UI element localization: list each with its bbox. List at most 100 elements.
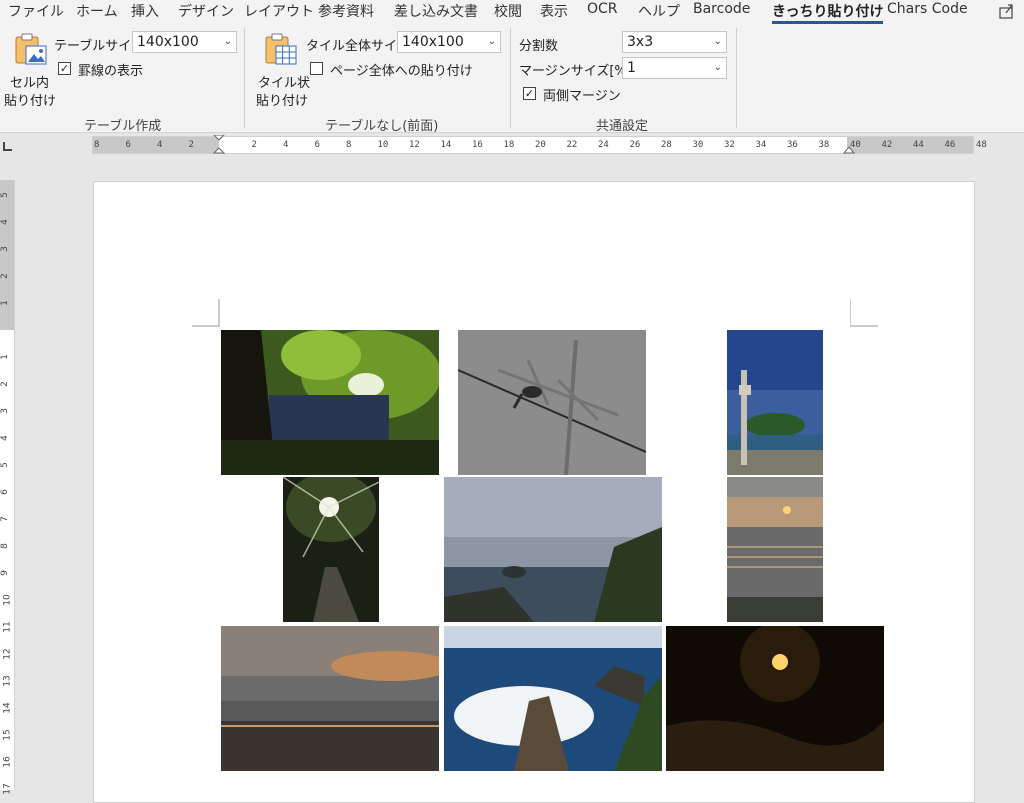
ruler-tick-label: 24	[598, 140, 609, 150]
ruler-tick-label: 46	[944, 140, 956, 150]
ruler-tick-label: 16	[2, 756, 13, 768]
tab-mailings[interactable]: 差し込み文書	[394, 1, 478, 21]
divider	[736, 28, 737, 128]
tab-help[interactable]: ヘルプ	[638, 1, 680, 21]
ruler-tick-label: 14	[2, 702, 13, 714]
document-page[interactable]	[93, 181, 975, 803]
tab-insert[interactable]: 挿入	[131, 1, 159, 21]
split-count-label: 分割数	[519, 39, 559, 54]
ruler-tick-label: 1	[0, 354, 10, 360]
ruler-tick-label: 34	[755, 140, 767, 150]
tab-home[interactable]: ホーム	[76, 1, 118, 21]
group-no-table: テーブルなし(前面)	[325, 119, 439, 134]
ruler-tick-label: 1	[0, 300, 10, 306]
beach-dusk-photo[interactable]	[221, 626, 439, 771]
chevron-down-icon: ⌄	[487, 36, 496, 47]
horizontal-ruler[interactable]: 8 6 4 2 2 4 6 8 10 12 14 16 18 20 22 24 26 28 30 32 34 36 38 40…	[92, 135, 987, 157]
ruler-tick-label: 10	[377, 140, 389, 150]
ruler-tick-label: 17	[2, 783, 13, 795]
full-page-checkbox[interactable]	[310, 62, 323, 75]
split-count-dropdown[interactable]: 3x3 ⌄	[622, 31, 727, 53]
clipboard-grid-icon	[265, 33, 297, 65]
ruler-tick-label: 7	[0, 516, 10, 522]
forest-path-sunburst-photo[interactable]	[283, 477, 379, 622]
both-margin-checkbox[interactable]: ✓	[523, 87, 536, 100]
share-icon[interactable]	[998, 2, 1016, 20]
chevron-down-icon: ⌄	[223, 36, 232, 47]
ruler-tick-label: 3	[0, 408, 10, 414]
ruler-tick-label: 42	[881, 140, 893, 150]
divider	[244, 28, 245, 128]
waves-rocks-photo[interactable]	[444, 626, 662, 771]
tile-paste-label-1: タイル状	[258, 76, 311, 91]
split-count-value: 3x3	[627, 34, 654, 50]
table-size-label: テーブルサイズ	[54, 39, 144, 54]
ruler-tick-label: 2	[0, 381, 10, 387]
full-page-label: ページ全体への貼り付け	[330, 64, 473, 79]
ruler-tick-label: 18	[503, 140, 515, 150]
group-table-create: テーブル作成	[84, 119, 162, 134]
ruler-tick-label: 4	[0, 219, 10, 225]
ruler-tick-label: 36	[787, 140, 798, 150]
margin-size-dropdown[interactable]: 1 ⌄	[622, 57, 727, 79]
ruler-tick-label: 2	[188, 140, 194, 150]
tab-view[interactable]: 表示	[540, 1, 568, 21]
ruler-tick-label: 12	[2, 648, 13, 660]
ruler-tick-label: 3	[0, 246, 10, 252]
indent-marker-icon[interactable]	[213, 135, 225, 157]
vertical-ruler[interactable]: 5 4 3 2 1 1 2 3 4 5 6 7 8 9 10 11 12 13 14 15 16 17	[0, 180, 15, 795]
ruler-tick-label: 4	[157, 140, 163, 150]
tab-design[interactable]: デザイン	[178, 1, 234, 21]
ruler-tick-label: 5	[0, 192, 10, 198]
ruler-tick-label: 2	[0, 273, 10, 279]
tab-chars-code[interactable]: Chars Code	[887, 1, 968, 17]
ruler-tick-label: 44	[913, 140, 924, 150]
ruler-tick-label: 48	[976, 140, 987, 150]
tile-size-label: タイル全体サイズ	[306, 39, 410, 54]
ruler-tick-label: 32	[724, 140, 735, 150]
ruler-tick-label: 9	[0, 570, 10, 576]
tab-review[interactable]: 校閲	[494, 1, 522, 21]
ruler-tick-label: 26	[629, 140, 641, 150]
tab-references[interactable]: 参考資料	[318, 1, 374, 21]
ruler-tick-label: 4	[0, 435, 10, 441]
margin-corner-top-right	[850, 299, 878, 327]
ruler-tick-label: 2	[251, 140, 257, 150]
table-size-dropdown[interactable]: 140x100 ⌄	[132, 31, 237, 53]
tab-ocr[interactable]: OCR	[587, 1, 618, 17]
cell-paste-label-1: セル内	[10, 76, 50, 91]
divider	[510, 28, 511, 128]
ruler-tick-label: 38	[818, 140, 830, 150]
tile-size-value: 140x100	[402, 34, 464, 50]
clipboard-image-icon	[15, 33, 47, 65]
chevron-down-icon: ⌄	[713, 62, 722, 73]
ruler-tick-label: 10	[2, 594, 13, 606]
table-size-value: 140x100	[137, 34, 199, 50]
sunset-over-sea-photo[interactable]	[727, 477, 823, 622]
ruler-tick-label: 22	[566, 140, 578, 150]
group-common: 共通設定	[596, 119, 649, 134]
ruler-tick-label: 16	[472, 140, 483, 150]
tab-kicchiri[interactable]: きっちり貼り付け	[772, 1, 884, 24]
forest-canopy-photo[interactable]	[221, 330, 439, 475]
tab-layout[interactable]: レイアウト	[244, 1, 314, 21]
tab-file[interactable]: ファイル	[8, 1, 64, 21]
tile-paste-button[interactable]: タイル状 貼り付け	[254, 32, 310, 109]
right-indent-marker-icon[interactable]	[843, 146, 855, 156]
moon-night-photo[interactable]	[666, 626, 884, 771]
ruler-tick-label: 30	[692, 140, 704, 150]
ruler-tick-label: 13	[2, 675, 13, 687]
ruler-tick-label: 6	[314, 140, 320, 150]
ruler-tick-label: 5	[0, 462, 10, 468]
tab-barcode[interactable]: Barcode	[693, 1, 750, 17]
ruler-tick-label: 14	[440, 140, 452, 150]
tile-size-dropdown[interactable]: 140x100 ⌄	[397, 31, 501, 53]
border-display-checkbox[interactable]: ✓	[58, 62, 71, 75]
bird-on-wire-photo[interactable]	[458, 330, 646, 475]
cell-paste-button[interactable]: セル内 貼り付け	[4, 32, 56, 109]
margin-size-label: マージンサイズ[%]	[519, 64, 632, 79]
cell-paste-label-2: 貼り付け	[4, 94, 57, 109]
tab-stop-selector[interactable]	[3, 142, 12, 151]
coast-rocks-cloudy-photo[interactable]	[444, 477, 662, 622]
coastal-pole-photo[interactable]	[727, 330, 823, 475]
